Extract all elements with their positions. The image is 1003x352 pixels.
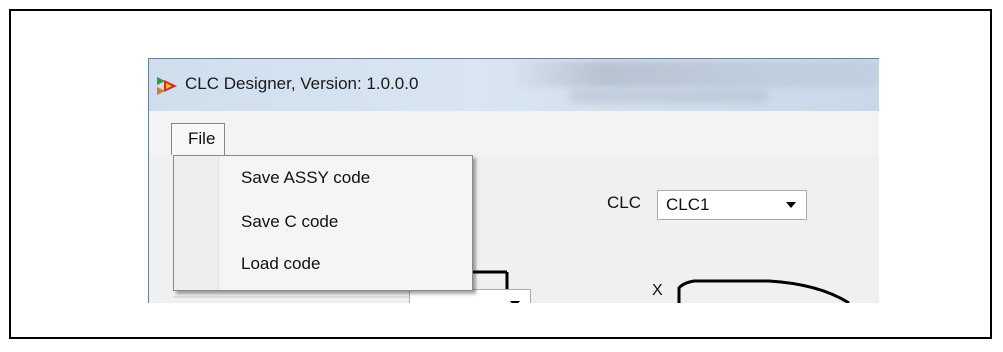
menu-item-load-code[interactable]: Load code <box>241 254 320 274</box>
menu-item-save-assy-code[interactable]: Save ASSY code <box>241 168 370 188</box>
menu-bar <box>149 111 879 155</box>
menu-file[interactable]: File <box>171 123 225 155</box>
clc-select[interactable]: CLC1 <box>657 190 807 220</box>
window-title: CLC Designer, Version: 1.0.0.0 <box>185 74 419 93</box>
chevron-down-icon <box>510 301 520 303</box>
menu-item-save-c-code[interactable]: Save C code <box>241 212 338 232</box>
chevron-down-icon <box>786 202 796 208</box>
clc-select-value: CLC1 <box>666 195 710 214</box>
app-window: CLC Designer, Version: 1.0.0.0 File X CL… <box>148 58 879 303</box>
clc-label: CLC <box>607 193 642 212</box>
menu-file-label: File <box>188 129 216 148</box>
app-logo-icon <box>157 77 177 95</box>
blurred-background-window <box>509 61 879 87</box>
file-dropdown-menu: Save ASSY code Save C code Load code <box>173 155 473 291</box>
first-combobox[interactable] <box>409 289 531 303</box>
diagram-x-label: X <box>652 282 663 299</box>
title-bar: CLC Designer, Version: 1.0.0.0 <box>149 59 879 111</box>
menu-icon-gutter <box>174 156 219 290</box>
blurred-background-window <box>569 89 769 103</box>
